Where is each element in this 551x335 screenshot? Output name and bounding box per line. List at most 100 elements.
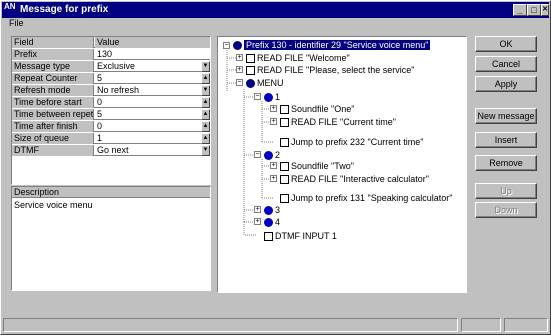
field-value[interactable]: 5 xyxy=(95,73,210,84)
expand-toggle[interactable]: + xyxy=(270,105,277,112)
grid-row[interactable]: DTMF Go next ▼ xyxy=(12,145,210,156)
spinner-icon[interactable]: ▲ xyxy=(201,133,210,144)
dropdown-arrow-icon[interactable]: ▼ xyxy=(201,145,210,156)
collapse-toggle[interactable]: − xyxy=(223,42,230,49)
field-name: DTMF xyxy=(12,145,94,156)
tree-node-label: Soundfile "Two" xyxy=(291,161,354,171)
field-name: Message type xyxy=(12,61,94,72)
cancel-button[interactable]: Cancel xyxy=(475,56,537,72)
field-name: Time before start xyxy=(12,97,94,108)
new-message-button[interactable]: New message xyxy=(475,108,537,124)
spinner-icon[interactable]: ▲ xyxy=(201,97,210,108)
description-box: Description Service voice menu xyxy=(11,186,211,291)
tree-node-soundfile[interactable]: Soundfile "Two" xyxy=(280,161,354,172)
tree-root[interactable]: Prefix 130 - identifier 29 "Service voic… xyxy=(233,40,431,51)
window-title: Message for prefix xyxy=(20,4,109,15)
close-button[interactable]: ✕ xyxy=(541,4,549,16)
field-value[interactable]: 130 xyxy=(95,49,210,60)
apply-button[interactable]: Apply xyxy=(475,76,537,92)
spinner-icon[interactable]: ▲ xyxy=(201,73,210,84)
tree-node-menu[interactable]: MENU xyxy=(246,78,284,89)
tree-node-menu-item[interactable]: 2 xyxy=(264,150,281,161)
jump-icon xyxy=(280,194,289,204)
spinner-icon[interactable]: ▲ xyxy=(201,121,210,132)
app-icon: AN xyxy=(4,2,16,11)
tree-node-read-file[interactable]: READ FILE "Welcome" xyxy=(246,53,350,64)
tree-node-dtmf[interactable]: DTMF INPUT 1 xyxy=(264,231,337,242)
spinner-icon[interactable]: ▲ xyxy=(201,109,210,120)
maximize-button[interactable]: □ xyxy=(527,4,541,16)
speaker-file-icon xyxy=(246,54,255,64)
tree-node-soundfile[interactable]: Soundfile "One" xyxy=(280,104,354,115)
grid-row[interactable]: Size of queue 1 ▲ xyxy=(12,133,210,144)
up-button[interactable]: Up xyxy=(475,183,537,199)
key-icon xyxy=(264,218,273,228)
expand-toggle[interactable]: + xyxy=(254,206,261,213)
dropdown-arrow-icon[interactable]: ▼ xyxy=(201,85,210,96)
sound-icon xyxy=(280,105,289,115)
tree-root-label: Prefix 130 - identifier 29 "Service voic… xyxy=(244,40,431,50)
tree-node-menu-item[interactable]: 3 xyxy=(264,205,280,216)
expand-toggle[interactable]: + xyxy=(236,66,243,73)
remove-button[interactable]: Remove xyxy=(475,155,537,171)
tree-node-label: READ FILE "Current time" xyxy=(291,117,396,127)
message-for-prefix-window: AN Message for prefix _ □ ✕ File Field V… xyxy=(0,0,551,335)
status-pane xyxy=(3,318,458,332)
tree-node-label: Jump to prefix 232 "Current time" xyxy=(291,137,424,147)
title-bar[interactable]: AN Message for prefix _ □ ✕ xyxy=(2,2,549,18)
expand-toggle[interactable]: + xyxy=(254,218,261,225)
field-value[interactable]: Go next xyxy=(95,145,210,156)
jump-icon xyxy=(280,138,289,148)
key-icon xyxy=(264,206,273,216)
field-name: Size of queue xyxy=(12,133,94,144)
status-bar xyxy=(3,318,548,332)
tree-node-read-file[interactable]: READ FILE "Interactive calculator" xyxy=(280,174,429,185)
tree-node-label: READ FILE "Welcome" xyxy=(257,53,350,63)
collapse-toggle[interactable]: − xyxy=(254,93,261,100)
down-button[interactable]: Down xyxy=(475,202,537,218)
grid-row[interactable]: Prefix 130 xyxy=(12,49,210,60)
grid-row[interactable]: Message type Exclusive ▼ xyxy=(12,61,210,72)
tree-node-label: 2 xyxy=(275,150,281,160)
tree-node-label: 4 xyxy=(275,217,281,227)
dtmf-icon xyxy=(264,232,273,242)
expand-toggle[interactable]: + xyxy=(270,175,277,182)
insert-button[interactable]: Insert xyxy=(475,132,537,148)
status-pane xyxy=(461,318,501,332)
grid-row[interactable]: Repeat Counter 5 ▲ xyxy=(12,73,210,84)
minimize-button[interactable]: _ xyxy=(513,4,527,16)
grid-row[interactable]: Time between repeti 5 ▲ xyxy=(12,109,210,120)
field-value[interactable]: 5 xyxy=(95,109,210,120)
tree-node-read-file[interactable]: READ FILE "Current time" xyxy=(280,117,396,128)
grid-row[interactable]: Time before start 0 ▲ xyxy=(12,97,210,108)
tree-node-read-file[interactable]: READ FILE "Please, select the service" xyxy=(246,65,415,76)
tree-node-jump[interactable]: Jump to prefix 131 "Speaking calculator" xyxy=(280,193,452,204)
field-value[interactable]: 0 xyxy=(95,121,210,132)
field-value[interactable]: 0 xyxy=(95,97,210,108)
field-name: Prefix xyxy=(12,49,94,60)
field-value[interactable]: No refresh xyxy=(95,85,210,96)
expand-toggle[interactable]: + xyxy=(236,54,243,61)
tree-node-menu-item[interactable]: 1 xyxy=(264,92,281,103)
collapse-toggle[interactable]: − xyxy=(254,151,261,158)
collapse-toggle[interactable]: − xyxy=(236,79,243,86)
header-value: Value xyxy=(95,37,210,48)
ok-button[interactable]: OK xyxy=(475,36,537,52)
field-value[interactable]: Exclusive xyxy=(95,61,210,72)
field-name: Refresh mode xyxy=(12,85,94,96)
menu-file[interactable]: File xyxy=(3,18,30,28)
tree-node-jump[interactable]: Jump to prefix 232 "Current time" xyxy=(280,137,424,148)
tree-node-label: READ FILE "Please, select the service" xyxy=(257,65,415,75)
grid-row[interactable]: Refresh mode No refresh ▼ xyxy=(12,85,210,96)
field-value[interactable]: 1 xyxy=(95,133,210,144)
expand-toggle[interactable]: + xyxy=(270,162,277,169)
tree-node-menu-item[interactable]: 4 xyxy=(264,217,281,228)
expand-toggle[interactable]: + xyxy=(270,118,277,125)
grid-row[interactable]: Time after finish 0 ▲ xyxy=(12,121,210,132)
description-text[interactable]: Service voice menu xyxy=(14,200,93,210)
sound-icon xyxy=(280,162,289,172)
tree-node-label: 1 xyxy=(275,92,281,102)
properties-grid: Field Value Prefix 130 Message type Excl… xyxy=(11,36,211,185)
tree-node-label: DTMF INPUT 1 xyxy=(275,231,337,241)
dropdown-arrow-icon[interactable]: ▼ xyxy=(201,61,210,72)
